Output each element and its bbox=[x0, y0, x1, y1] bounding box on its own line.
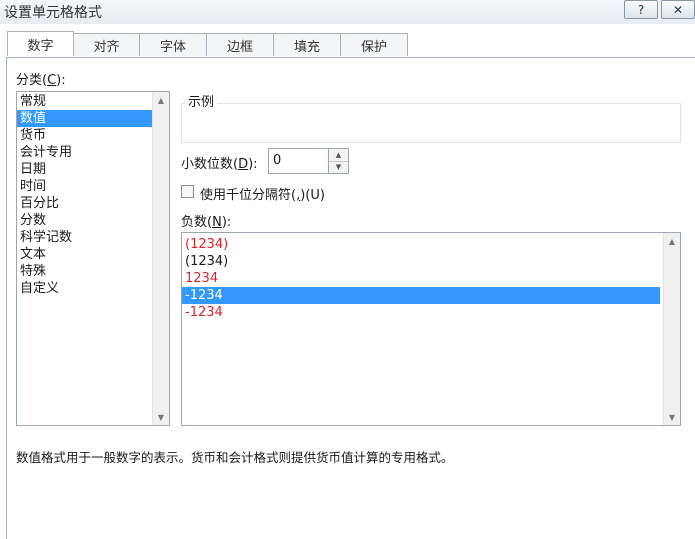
title-bar: 设置单元格格式 ? ✕ bbox=[0, 0, 695, 24]
negative-scrollbar[interactable]: ▲ ▼ bbox=[663, 233, 680, 425]
thousands-separator-label[interactable]: 使用千位分隔符(,)(U) bbox=[200, 184, 325, 203]
category-item-scientific[interactable]: 科学记数 bbox=[17, 229, 169, 246]
decimal-places-spinner[interactable]: ▲ ▼ bbox=[329, 148, 349, 174]
sample-groupbox bbox=[181, 103, 681, 143]
tab-label: 边框 bbox=[226, 39, 253, 55]
tab-fill[interactable]: 填充 bbox=[273, 33, 341, 56]
category-scrollbar[interactable]: ▲ ▼ bbox=[152, 92, 169, 425]
category-item-general[interactable]: 常规 bbox=[17, 93, 169, 110]
decimal-places-input[interactable]: 0 bbox=[268, 148, 329, 174]
tab-label: 字体 bbox=[159, 39, 186, 55]
tab-protection[interactable]: 保护 bbox=[340, 33, 408, 56]
category-label: 分类(C): bbox=[16, 73, 66, 88]
tab-alignment[interactable]: 对齐 bbox=[73, 33, 140, 56]
negative-numbers-list[interactable]: (1234) (1234) 1234 -1234 -1234 ▲ ▼ bbox=[181, 232, 681, 426]
negative-item-minus[interactable]: -1234 bbox=[182, 287, 660, 304]
tab-border[interactable]: 边框 bbox=[206, 33, 274, 56]
tab-panel-left-border bbox=[6, 57, 7, 539]
tab-label: 对齐 bbox=[93, 39, 120, 55]
category-item-number[interactable]: 数值 bbox=[17, 110, 152, 127]
category-item-fraction[interactable]: 分数 bbox=[17, 212, 169, 229]
scroll-up-icon[interactable]: ▲ bbox=[664, 233, 680, 249]
category-item-text[interactable]: 文本 bbox=[17, 246, 169, 263]
spin-down-icon[interactable]: ▼ bbox=[329, 161, 348, 173]
negative-numbers-label: 负数(N): bbox=[181, 215, 232, 230]
thousands-separator-checkbox[interactable] bbox=[181, 185, 194, 198]
category-item-accounting[interactable]: 会计专用 bbox=[17, 144, 169, 161]
category-list[interactable]: 常规 数值 货币 会计专用 日期 时间 百分比 分数 科学记数 文本 特殊 自定… bbox=[16, 91, 170, 426]
negative-item-parens[interactable]: (1234) bbox=[182, 253, 680, 270]
dialog-title: 设置单元格格式 bbox=[4, 5, 102, 21]
help-button[interactable]: ? bbox=[624, 0, 658, 19]
tab-strip: 数字 对齐 字体 边框 填充 保护 bbox=[7, 31, 408, 57]
negative-item-red-parens[interactable]: (1234) bbox=[182, 236, 680, 253]
help-icon: ? bbox=[637, 2, 645, 17]
category-item-custom[interactable]: 自定义 bbox=[17, 280, 169, 297]
tab-label: 数字 bbox=[27, 38, 54, 54]
tab-number[interactable]: 数字 bbox=[7, 31, 74, 56]
format-description: 数值格式用于一般数字的表示。货币和会计格式则提供货币值计算的专用格式。 bbox=[16, 450, 454, 465]
scroll-down-icon[interactable]: ▼ bbox=[153, 409, 169, 425]
tab-label: 填充 bbox=[293, 39, 320, 55]
scroll-down-icon[interactable]: ▼ bbox=[664, 409, 680, 425]
tab-font[interactable]: 字体 bbox=[139, 33, 207, 56]
category-item-percentage[interactable]: 百分比 bbox=[17, 195, 169, 212]
category-item-time[interactable]: 时间 bbox=[17, 178, 169, 195]
scroll-up-icon[interactable]: ▲ bbox=[153, 92, 169, 108]
tab-label: 保护 bbox=[360, 39, 387, 55]
close-button[interactable]: ✕ bbox=[661, 0, 695, 19]
sample-legend: 示例 bbox=[185, 91, 218, 110]
negative-item-red-minus[interactable]: -1234 bbox=[182, 304, 680, 321]
negative-item-red[interactable]: 1234 bbox=[182, 270, 680, 287]
category-item-date[interactable]: 日期 bbox=[17, 161, 169, 178]
decimal-places-label: 小数位数(D): bbox=[181, 157, 258, 172]
category-item-currency[interactable]: 货币 bbox=[17, 127, 169, 144]
category-item-special[interactable]: 特殊 bbox=[17, 263, 169, 280]
close-icon: ✕ bbox=[672, 2, 684, 17]
tab-panel-border bbox=[6, 57, 695, 58]
